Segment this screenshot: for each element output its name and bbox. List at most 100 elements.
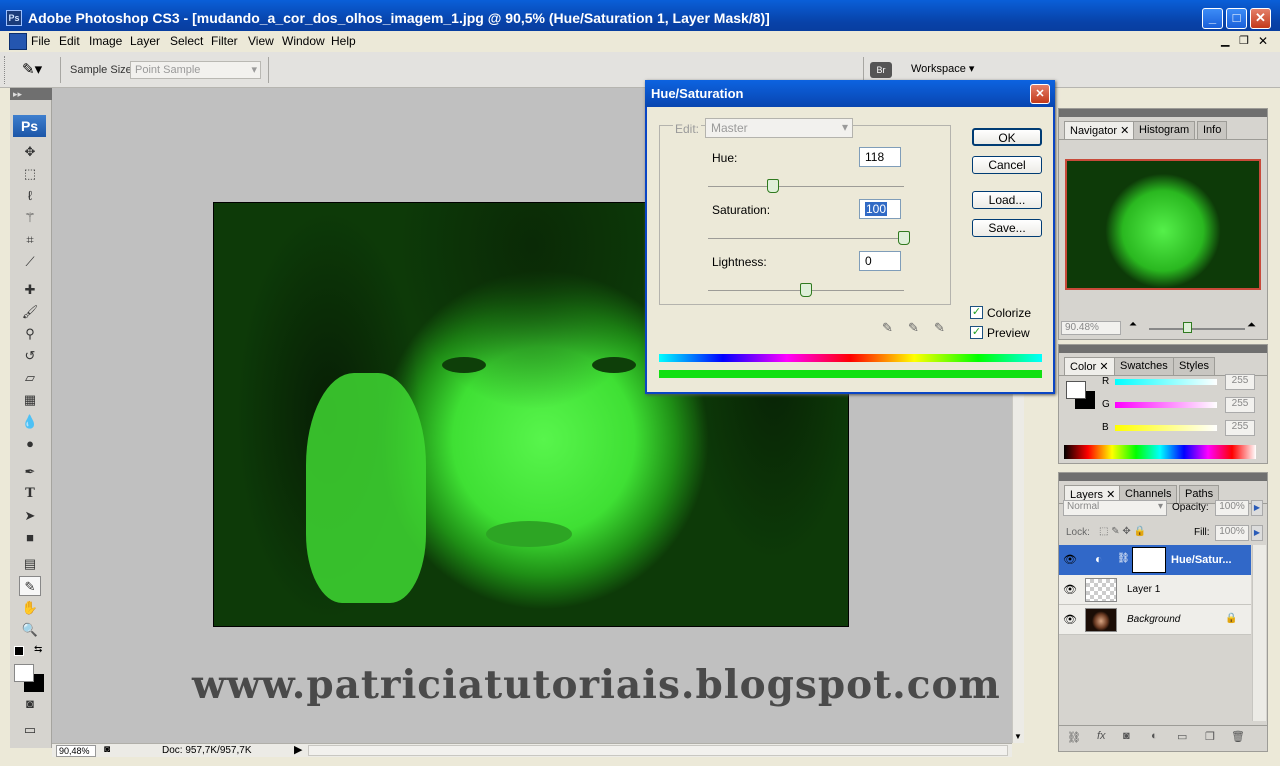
tab-paths[interactable]: Paths bbox=[1179, 485, 1220, 503]
zoom-field[interactable]: 90,48% bbox=[56, 745, 96, 757]
navigator-panel-header[interactable] bbox=[1059, 109, 1267, 117]
layer-thumbnail[interactable] bbox=[1085, 578, 1117, 602]
horizontal-scrollbar[interactable] bbox=[308, 745, 1008, 756]
lightness-slider-knob[interactable] bbox=[800, 283, 812, 297]
move-tool-icon[interactable]: ✥ bbox=[19, 142, 41, 162]
visibility-eye-icon[interactable]: 👁 bbox=[1063, 553, 1077, 566]
color-ramp[interactable] bbox=[1064, 445, 1256, 459]
menu-view[interactable]: View bbox=[248, 34, 274, 48]
dodge-tool-icon[interactable]: ● bbox=[19, 434, 41, 454]
layer-row-layer-1[interactable]: 👁 Layer 1 bbox=[1059, 575, 1251, 605]
fill-arrow-icon[interactable]: ▶ bbox=[1251, 525, 1263, 541]
eyedropper-plus-icon[interactable]: ✎ bbox=[908, 320, 919, 336]
saturation-slider-knob[interactable] bbox=[898, 231, 910, 245]
toolbox-header[interactable]: ▸▸ bbox=[10, 88, 52, 100]
crop-tool-icon[interactable]: ⌗ bbox=[19, 230, 41, 250]
dialog-title-bar[interactable]: Hue/Saturation bbox=[645, 80, 1055, 107]
menu-help[interactable]: Help bbox=[331, 34, 356, 48]
menu-window[interactable]: Window bbox=[282, 34, 325, 48]
hue-slider[interactable] bbox=[708, 186, 904, 187]
navigator-zoom-knob[interactable] bbox=[1183, 322, 1192, 333]
brush-tool-icon[interactable]: 🖌 bbox=[19, 302, 41, 322]
scroll-down-icon[interactable]: ▼ bbox=[1014, 732, 1022, 741]
new-group-icon[interactable]: ▭ bbox=[1177, 730, 1187, 743]
tab-navigator[interactable]: Navigator ✕ bbox=[1064, 121, 1136, 139]
maximize-window-button[interactable]: □ bbox=[1226, 8, 1247, 29]
layer-mask-thumbnail[interactable] bbox=[1132, 547, 1166, 573]
sample-size-select[interactable]: Point Sample ▾ bbox=[130, 61, 261, 79]
opacity-field[interactable]: 100% bbox=[1215, 500, 1249, 516]
link-icon[interactable]: ⛓ bbox=[1117, 553, 1130, 564]
lightness-field[interactable]: 0 bbox=[859, 251, 901, 271]
tab-styles[interactable]: Styles bbox=[1173, 357, 1215, 375]
foreground-color-swatch[interactable] bbox=[14, 664, 34, 682]
layer-thumbnail[interactable] bbox=[1085, 608, 1117, 632]
zoom-in-icon[interactable]: ⏶ bbox=[1247, 319, 1256, 332]
clone-stamp-tool-icon[interactable]: ⚲ bbox=[19, 324, 41, 344]
eraser-tool-icon[interactable]: ▱ bbox=[19, 368, 41, 388]
colorize-checkbox[interactable]: ✓ bbox=[970, 306, 983, 319]
g-slider[interactable] bbox=[1115, 402, 1217, 408]
eyedropper-minus-icon[interactable]: ✎ bbox=[934, 320, 945, 336]
blur-tool-icon[interactable]: 💧 bbox=[19, 412, 41, 432]
default-colors-icon[interactable] bbox=[14, 646, 24, 656]
options-grip[interactable] bbox=[4, 56, 8, 84]
eyedropper-preset-icon[interactable]: ✎▾ bbox=[22, 60, 42, 78]
bridge-icon[interactable]: Br bbox=[870, 62, 892, 78]
visibility-eye-icon[interactable]: 👁 bbox=[1063, 583, 1077, 596]
photoshop-logo[interactable]: Ps bbox=[13, 115, 46, 137]
save-button[interactable]: Save... bbox=[972, 219, 1042, 237]
delete-layer-icon[interactable]: 🗑 bbox=[1231, 730, 1245, 743]
link-layers-icon[interactable]: ⛓ bbox=[1067, 731, 1081, 744]
navigator-zoom-field[interactable]: 90.48% bbox=[1061, 321, 1121, 335]
eyedropper-icon[interactable]: ✎ bbox=[882, 320, 893, 336]
hue-field[interactable]: 118 bbox=[859, 147, 901, 167]
blend-mode-select[interactable]: Normal ▾ bbox=[1063, 500, 1167, 516]
menu-file[interactable]: File bbox=[31, 34, 50, 48]
notes-tool-icon[interactable]: ▤ bbox=[19, 554, 41, 574]
close-window-button[interactable]: ✕ bbox=[1250, 8, 1271, 29]
saturation-slider[interactable] bbox=[708, 238, 904, 239]
status-menu-icon[interactable]: ◙ bbox=[104, 744, 110, 755]
opacity-arrow-icon[interactable]: ▶ bbox=[1251, 500, 1263, 516]
magic-wand-tool-icon[interactable]: ⚚ bbox=[19, 208, 41, 228]
minimize-window-button[interactable]: _ bbox=[1202, 8, 1223, 29]
lock-icons[interactable]: ⬚ ✎ ✥ 🔒 bbox=[1099, 526, 1146, 537]
b-field[interactable]: 255 bbox=[1225, 420, 1255, 436]
tab-color[interactable]: Color ✕ bbox=[1064, 357, 1115, 375]
lasso-tool-icon[interactable]: ℓ bbox=[19, 186, 41, 206]
hand-tool-icon[interactable]: ✋ bbox=[19, 598, 41, 618]
new-adjustment-icon[interactable]: ◐ bbox=[1151, 730, 1158, 742]
load-button[interactable]: Load... bbox=[972, 191, 1042, 209]
menu-select[interactable]: Select bbox=[170, 34, 203, 48]
b-slider[interactable] bbox=[1115, 425, 1217, 431]
fill-field[interactable]: 100% bbox=[1215, 525, 1249, 541]
new-layer-icon[interactable]: ❐ bbox=[1205, 730, 1215, 743]
quick-mask-icon[interactable]: ◙ bbox=[19, 694, 41, 714]
tab-histogram[interactable]: Histogram bbox=[1133, 121, 1196, 139]
ok-button[interactable]: OK bbox=[972, 128, 1042, 146]
color-fg-swatch[interactable] bbox=[1066, 381, 1086, 399]
type-tool-icon[interactable]: T bbox=[19, 484, 41, 504]
layer-row-background[interactable]: 👁 Background 🔒 bbox=[1059, 605, 1251, 635]
document-icon[interactable] bbox=[9, 33, 27, 50]
navigator-thumbnail[interactable] bbox=[1065, 159, 1261, 290]
pen-tool-icon[interactable]: ✒ bbox=[19, 462, 41, 482]
doc-close-button[interactable]: ✕ bbox=[1258, 34, 1268, 48]
path-selection-tool-icon[interactable]: ➤ bbox=[19, 506, 41, 526]
hue-slider-knob[interactable] bbox=[766, 179, 779, 193]
zoom-out-icon[interactable]: ⏶ bbox=[1129, 319, 1137, 330]
g-field[interactable]: 255 bbox=[1225, 397, 1255, 413]
layers-panel-header[interactable] bbox=[1059, 473, 1267, 481]
menu-image[interactable]: Image bbox=[89, 34, 122, 48]
visibility-eye-icon[interactable]: 👁 bbox=[1063, 613, 1077, 626]
menu-filter[interactable]: Filter bbox=[211, 34, 238, 48]
add-mask-icon[interactable]: ◙ bbox=[1123, 730, 1130, 742]
layers-scrollbar[interactable] bbox=[1252, 545, 1266, 721]
screen-mode-icon[interactable]: ▭ bbox=[19, 720, 41, 740]
status-arrow-icon[interactable]: ▶ bbox=[294, 743, 302, 756]
tab-swatches[interactable]: Swatches bbox=[1114, 357, 1174, 375]
menu-layer[interactable]: Layer bbox=[130, 34, 160, 48]
layer-row-hue-saturation[interactable]: 👁 ◐ ⛓ Hue/Satur... bbox=[1059, 545, 1251, 575]
eyedropper-tool-icon[interactable]: ✎ bbox=[19, 576, 41, 596]
